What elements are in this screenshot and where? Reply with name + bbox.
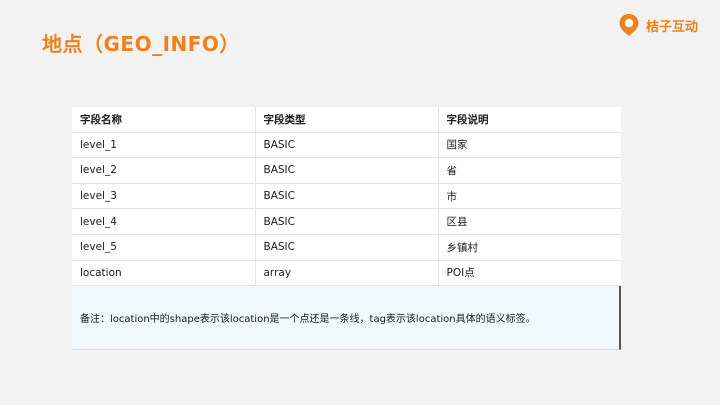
brand-name: 桔子互动 — [646, 19, 699, 35]
table-row: level_5 BASIC 乡镇村 — [72, 234, 621, 261]
column-header-description: 字段说明 — [437, 107, 621, 133]
column-header-type: 字段类型 — [254, 107, 438, 133]
table-row: level_2 BASIC 省 — [72, 157, 621, 184]
slide-title: 地点（GEO_INFO） — [42, 32, 240, 56]
table-row: level_3 BASIC 市 — [72, 183, 621, 210]
field-description-cell: 区县 — [437, 208, 621, 235]
table-header-row: 字段名称 字段类型 字段说明 — [72, 107, 621, 133]
field-type-cell: BASIC — [254, 157, 438, 184]
table-row: level_4 BASIC 区县 — [72, 208, 621, 235]
field-name-cell: location — [72, 260, 255, 287]
table-row: location array POI点 — [72, 260, 621, 287]
field-type-cell: BASIC — [254, 132, 438, 159]
field-description-cell: 乡镇村 — [437, 234, 621, 261]
field-type-cell: BASIC — [254, 183, 438, 210]
field-name-cell: level_4 — [72, 208, 255, 235]
location-pin-icon — [619, 14, 639, 36]
field-type-cell: BASIC — [254, 208, 438, 235]
field-description-cell: 省 — [437, 157, 621, 184]
remark-text: 备注：location中的shape表示该location是一个点还是一条线，t… — [80, 314, 536, 326]
brand-logo: 桔子互动 — [618, 13, 698, 37]
field-table-panel: 字段名称 字段类型 字段说明 level_1 BASIC 国家 level_2 … — [72, 107, 621, 351]
field-type-cell: array — [254, 260, 438, 287]
field-name-cell: level_3 — [72, 183, 255, 210]
field-table: 字段名称 字段类型 字段说明 level_1 BASIC 国家 level_2 … — [72, 107, 621, 287]
field-description-cell: 市 — [437, 183, 621, 210]
field-type-cell: BASIC — [254, 234, 438, 261]
field-name-cell: level_5 — [72, 234, 255, 261]
remark-box: 备注：location中的shape表示该location是一个点还是一条线，t… — [72, 286, 621, 351]
field-name-cell: level_2 — [72, 157, 255, 184]
field-name-cell: level_1 — [72, 132, 255, 159]
field-description-cell: POI点 — [437, 260, 621, 287]
column-header-name: 字段名称 — [72, 107, 255, 133]
table-row: level_1 BASIC 国家 — [72, 132, 621, 159]
field-description-cell: 国家 — [437, 132, 621, 159]
